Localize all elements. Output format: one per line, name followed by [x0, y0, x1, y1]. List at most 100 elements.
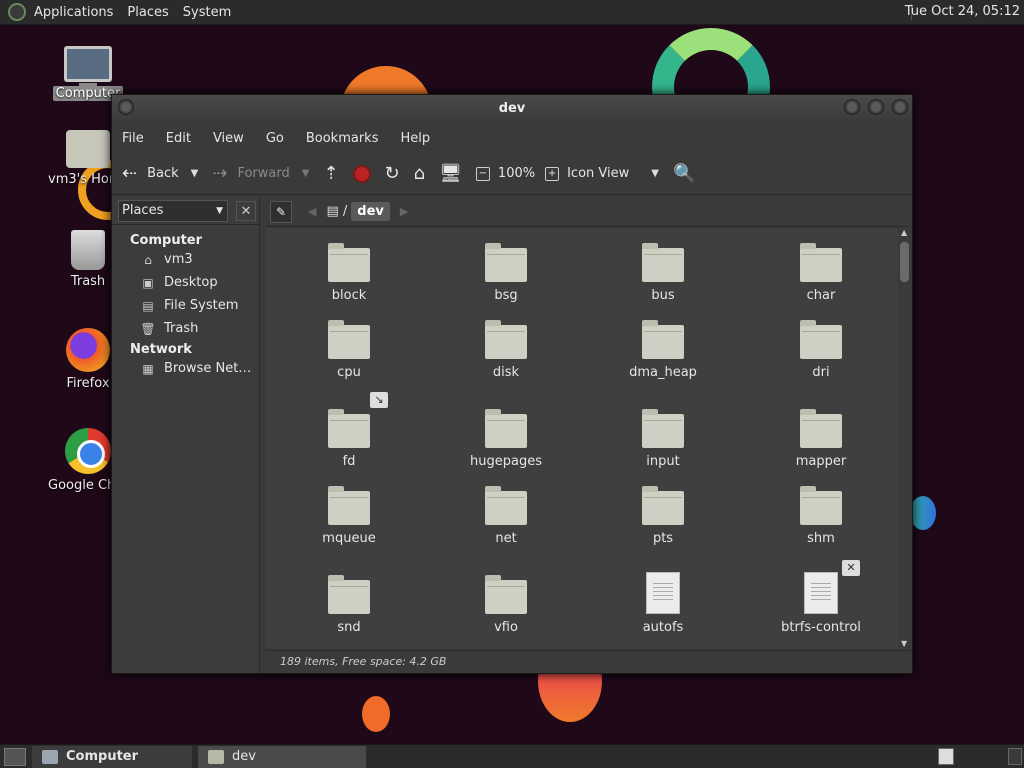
forward-history-dropdown-icon[interactable]: ▼	[302, 168, 310, 179]
file-item[interactable]: vfio	[431, 572, 581, 635]
menu-view[interactable]: View	[213, 131, 244, 146]
folder-icon	[642, 409, 684, 448]
desktop-icon: ▣	[142, 275, 154, 290]
menu-help[interactable]: Help	[400, 131, 430, 146]
path-scroll-left-icon[interactable]: ◀	[308, 205, 316, 218]
file-item-label: snd	[337, 620, 361, 635]
file-item-label: mapper	[795, 454, 847, 469]
sidebar-item-browse-network[interactable]: ▦ Browse Net…	[112, 357, 259, 380]
file-item[interactable]: net	[431, 483, 581, 546]
menu-system[interactable]: System	[183, 5, 231, 20]
menu-file[interactable]: File	[122, 131, 144, 146]
menu-applications[interactable]: Applications	[34, 5, 113, 20]
taskbar-item-computer[interactable]: Computer	[32, 745, 192, 768]
view-mode-dropdown-icon[interactable]: ▼	[651, 168, 659, 179]
breadcrumb-root[interactable]: ▤ /	[326, 204, 347, 219]
chevron-down-icon: ▼	[216, 205, 223, 216]
sidebar-item-trash[interactable]: 🗑 Trash	[112, 317, 259, 340]
file-item[interactable]: block	[274, 240, 424, 303]
file-item[interactable]: disk	[431, 317, 581, 380]
edit-icon: ✎	[275, 204, 287, 219]
top-panel: Applications Places System Tue Oct 24, 0…	[0, 0, 1024, 25]
file-item[interactable]: ✕ btrfs-control	[746, 560, 896, 635]
show-desktop-button[interactable]	[4, 747, 26, 766]
symlink-emblem-icon: ↘	[370, 392, 388, 408]
close-button[interactable]	[892, 99, 908, 115]
taskbar-item-dev[interactable]: dev	[198, 745, 366, 768]
taskbar-item-label: Computer	[66, 749, 139, 764]
sidebar-close-button[interactable]: ✕	[236, 200, 256, 221]
maximize-button[interactable]	[868, 99, 884, 115]
zoom-out-icon[interactable]: −	[475, 166, 490, 181]
breadcrumb-current[interactable]: dev	[351, 202, 390, 221]
scroll-up-icon[interactable]: ▲	[901, 228, 907, 237]
scrollbar-thumb[interactable]	[900, 242, 909, 282]
forward-arrow-icon: ⇢	[212, 163, 228, 184]
file-item-label: dri	[812, 365, 830, 380]
file-item[interactable]: bsg	[431, 240, 581, 303]
file-item[interactable]: shm	[746, 483, 896, 546]
file-item[interactable]: bus	[588, 240, 738, 303]
view-mode-select[interactable]: Icon View	[567, 166, 629, 181]
up-arrow-icon: ⇡	[323, 163, 339, 184]
file-item[interactable]: input	[588, 406, 738, 469]
up-button[interactable]: ⇡	[323, 163, 338, 184]
sidebar-item-vm3[interactable]: ⌂ vm3	[112, 248, 259, 271]
clock[interactable]: Tue Oct 24, 05:12	[905, 4, 1020, 19]
file-item[interactable]: dri	[746, 317, 896, 380]
home-button[interactable]: ⌂	[414, 163, 425, 184]
file-item-label: mqueue	[322, 531, 376, 546]
file-item[interactable]: autofs	[588, 572, 738, 635]
stop-button[interactable]	[352, 164, 371, 183]
wallpaper-orange-drop	[362, 696, 390, 732]
file-item[interactable]: cpu	[274, 317, 424, 380]
folder-icon	[485, 486, 527, 525]
computer-icon	[42, 749, 58, 764]
file-item[interactable]: mapper	[746, 406, 896, 469]
reload-button[interactable]: ↻	[385, 163, 400, 184]
folder-icon	[328, 575, 370, 614]
vertical-scrollbar[interactable]: ▲ ▼	[898, 228, 911, 648]
search-button[interactable]: 🔍	[673, 163, 695, 184]
zoom-control: − 100% + Icon View ▼	[475, 166, 659, 181]
file-item[interactable]: dma_heap	[588, 317, 738, 380]
scroll-down-icon[interactable]: ▼	[901, 639, 907, 648]
sidebar-item-file-system[interactable]: ▤ File System	[112, 294, 259, 317]
folder-icon	[800, 409, 842, 448]
menu-places[interactable]: Places	[127, 5, 168, 20]
computer-button[interactable]: 🖥	[439, 163, 462, 184]
window-menu-icon[interactable]	[118, 99, 134, 115]
folder-icon	[328, 409, 370, 448]
menu-go[interactable]: Go	[266, 131, 284, 146]
wallpaper-blue-drop	[910, 496, 936, 530]
back-button[interactable]: ⇠ Back ▼	[122, 163, 198, 184]
sidebar-item-label: vm3	[164, 252, 193, 267]
sidebar-pane-select[interactable]: Places ▼	[118, 199, 228, 222]
menu-edit[interactable]: Edit	[166, 131, 191, 146]
file-item-label: bsg	[494, 288, 518, 303]
sidebar-group-computer: Computer	[130, 233, 203, 248]
minimize-button[interactable]	[844, 99, 860, 115]
folder-icon	[800, 243, 842, 282]
workspace-2-button[interactable]	[1008, 748, 1022, 765]
mate-logo-icon[interactable]	[8, 3, 26, 21]
file-item[interactable]: snd	[274, 572, 424, 635]
file-item[interactable]: char	[746, 240, 896, 303]
file-item[interactable]: ↘ fd	[274, 392, 424, 469]
menu-bookmarks[interactable]: Bookmarks	[306, 131, 379, 146]
workspace-1-button[interactable]	[938, 748, 954, 765]
file-item-label: vfio	[494, 620, 518, 635]
sidebar-item-label: Trash	[164, 321, 199, 336]
desktop-icon-computer[interactable]: Computer	[48, 46, 128, 101]
sidebar-item-desktop[interactable]: ▣ Desktop	[112, 271, 259, 294]
file-item[interactable]: pts	[588, 483, 738, 546]
file-item[interactable]: mqueue	[274, 483, 424, 546]
file-item[interactable]: hugepages	[431, 406, 581, 469]
back-history-dropdown-icon[interactable]: ▼	[191, 168, 199, 179]
folder-icon	[485, 320, 527, 359]
forward-button[interactable]: ⇢ Forward ▼	[212, 163, 309, 184]
location-edit-button[interactable]: ✎	[270, 200, 292, 223]
path-scroll-right-icon[interactable]: ▶	[400, 205, 408, 218]
window-titlebar[interactable]: dev	[112, 95, 912, 123]
zoom-in-icon[interactable]: +	[545, 166, 560, 181]
